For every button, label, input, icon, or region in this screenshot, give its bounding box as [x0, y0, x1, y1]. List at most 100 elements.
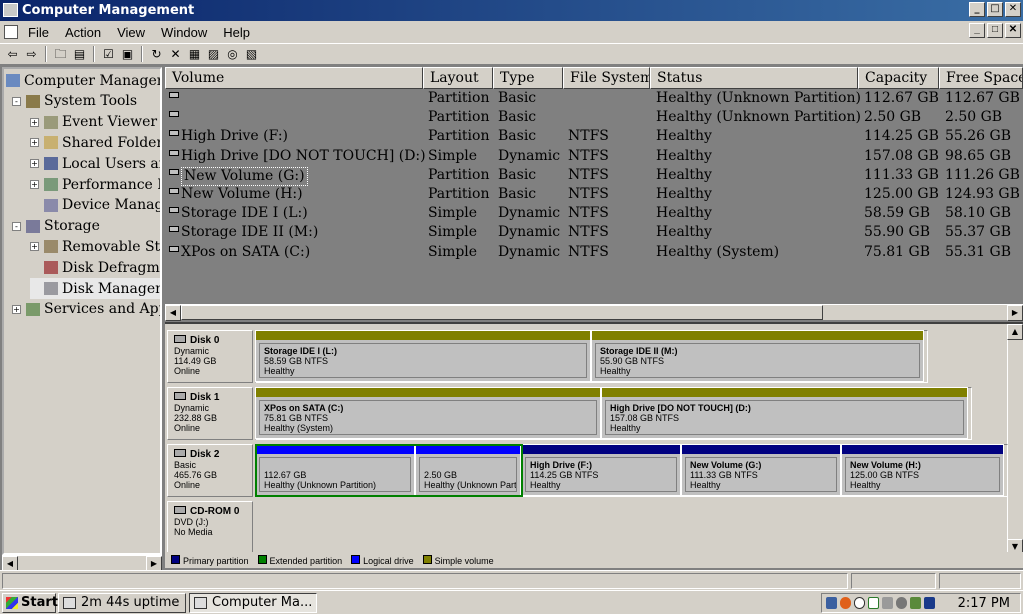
column-layout[interactable]: Layout [423, 67, 493, 89]
partition-block[interactable]: Storage IDE II (M:) 55.90 GB NTFS Healthy [591, 330, 924, 382]
disk-label[interactable]: Disk 1 Dynamic 232.88 GB Online [167, 387, 253, 440]
scroll-right-icon[interactable]: ▶ [1007, 305, 1023, 321]
close-button[interactable]: ✕ [1005, 2, 1021, 17]
partition-block[interactable]: 2.50 GB Healthy (Unknown Partit [415, 444, 521, 496]
expand-icon[interactable]: + [30, 180, 39, 189]
export-icon[interactable]: ▧ [243, 46, 260, 63]
menu-window[interactable]: Window [153, 25, 215, 40]
start-button[interactable]: Start [2, 593, 58, 613]
refresh-icon[interactable]: ↻ [148, 46, 165, 63]
volume-row[interactable]: XPos on SATA (C:) Simple Dynamic NTFS Health… [165, 243, 1023, 262]
volume-row[interactable]: New Volume (G:) Partition Basic NTFS Healthy… [165, 166, 1023, 186]
volume-row[interactable]: Partition Basic Healthy (Unknown Partition… [165, 108, 1023, 127]
system-tray: 2:17 PM [821, 593, 1021, 613]
volume-row[interactable]: Storage IDE I (L:) Simple Dynamic NTFS Healt… [165, 204, 1023, 223]
console-tree: Computer Management-System Tools+Event V… [2, 67, 162, 555]
column-capacity[interactable]: Capacity [858, 67, 939, 89]
help-icon[interactable]: ▣ [119, 46, 136, 63]
tree-item[interactable]: Computer Management [6, 70, 160, 91]
tree-horizontal-scrollbar[interactable]: ◀ ▶ [2, 555, 162, 572]
scroll-up-icon[interactable]: ▲ [1007, 324, 1023, 340]
tree-item[interactable]: - Storage [12, 216, 100, 237]
partition-block[interactable]: High Drive [DO NOT TOUCH] (D:) 157.08 GB … [601, 387, 968, 439]
tree-item[interactable]: - System Tools [12, 91, 137, 112]
minimize-button[interactable]: _ [969, 2, 985, 17]
task-computer-management[interactable]: Computer Ma... [189, 593, 317, 613]
tree-item[interactable]: + Shared Folders [30, 132, 160, 153]
show-hide-tree-icon[interactable]: ▤ [71, 46, 88, 63]
scroll-left-icon[interactable]: ◀ [165, 305, 181, 321]
partition-block[interactable]: Storage IDE I (L:) 58.59 GB NTFS Healthy [255, 330, 591, 382]
disk-map-vertical-scrollbar[interactable]: ▲ ▼ [1007, 324, 1023, 555]
menu-action[interactable]: Action [57, 25, 109, 40]
partition-block[interactable]: XPos on SATA (C:) 75.81 GB NTFS Healthy (S… [255, 387, 601, 439]
gear-icon[interactable] [910, 597, 921, 609]
partition-block[interactable]: New Volume (H:) 125.00 GB NTFS Healthy [841, 444, 1004, 496]
mdi-close-button[interactable]: ✕ [1005, 23, 1021, 38]
volume-row[interactable]: High Drive (F:) Partition Basic NTFS Healthy… [165, 127, 1023, 146]
clock-icon[interactable] [854, 597, 865, 609]
maximize-button[interactable]: □ [987, 2, 1003, 17]
document-icon[interactable] [4, 25, 18, 39]
shield-icon[interactable] [896, 597, 907, 609]
search-icon[interactable]: ◎ [224, 46, 241, 63]
network-icon[interactable] [826, 597, 837, 609]
cell-fs: NTFS [568, 185, 609, 202]
column-file-system[interactable]: File System [563, 67, 650, 89]
scroll-thumb[interactable] [181, 305, 823, 320]
menu-help[interactable]: Help [215, 25, 258, 40]
open-icon[interactable]: ▨ [205, 46, 222, 63]
tree-item[interactable]: + Performance Logs and Alerts [30, 174, 160, 195]
menu-file[interactable]: File [20, 25, 57, 40]
partition-title: High Drive (F:) [530, 460, 592, 470]
tree-item[interactable]: Disk Management [30, 278, 160, 299]
volume-row[interactable]: Partition Basic Healthy (Unknown Partition… [165, 89, 1023, 108]
partition-block[interactable]: New Volume (G:) 111.33 GB NTFS Healthy [681, 444, 841, 496]
column-free-space[interactable]: Free Space [939, 67, 1023, 89]
cell-free: 124.93 GB [945, 185, 1020, 202]
cell-type: Basic [498, 128, 537, 145]
volume-row[interactable]: New Volume (H:) Partition Basic NTFS Healthy… [165, 185, 1023, 204]
properties-icon[interactable]: ☑ [100, 46, 117, 63]
tree-item[interactable]: + Event Viewer [30, 112, 157, 133]
services-icon [26, 302, 40, 316]
forward-arrow-icon[interactable]: ⇨ [23, 46, 40, 63]
mdi-restore-button[interactable]: □ [987, 23, 1003, 38]
collapse-icon[interactable]: - [12, 221, 21, 231]
partition-block[interactable]: High Drive (F:) 114.25 GB NTFS Healthy [521, 444, 681, 496]
tree-item[interactable]: + Local Users and Groups [30, 153, 160, 174]
expand-icon[interactable]: + [30, 117, 39, 127]
expand-icon[interactable]: + [30, 159, 39, 169]
expand-icon[interactable]: + [30, 242, 39, 252]
mdi-minimize-button[interactable]: _ [969, 23, 985, 38]
disk-label[interactable]: CD-ROM 0 DVD (J:) No Media [167, 501, 253, 553]
tree-item[interactable]: + Removable Storage [30, 236, 160, 257]
partition-block[interactable]: 112.67 GB Healthy (Unknown Partition) [255, 444, 415, 496]
list-horizontal-scrollbar[interactable]: ◀ ▶ [165, 304, 1023, 321]
column-type[interactable]: Type [493, 67, 563, 89]
disk-label[interactable]: Disk 0 Dynamic 114.49 GB Online [167, 330, 253, 383]
disk-properties-icon[interactable]: ▦ [186, 46, 203, 63]
column-status[interactable]: Status [650, 67, 858, 89]
back-arrow-icon[interactable]: ⇦ [4, 46, 21, 63]
collapse-icon[interactable]: - [12, 96, 21, 106]
delete-icon[interactable]: ✕ [167, 46, 184, 63]
vg-icon[interactable] [868, 597, 879, 609]
expand-icon[interactable]: + [12, 304, 21, 314]
task-uptime[interactable]: 2m 44s uptime [58, 593, 186, 613]
disk-label[interactable]: Disk 2 Basic 465.76 GB Online [167, 444, 253, 497]
column-volume[interactable]: Volume [165, 67, 423, 89]
menu-view[interactable]: View [109, 25, 153, 40]
tool-icon[interactable] [882, 597, 893, 609]
cell-type: Basic [498, 185, 537, 202]
tree-item[interactable]: Device Manager [30, 195, 160, 216]
expand-icon[interactable]: + [30, 138, 39, 148]
tree-item[interactable]: Disk Defragmenter [30, 257, 160, 278]
legend-swatch [422, 554, 432, 564]
volume-row[interactable]: High Drive [DO NOT TOUCH] (D:) Simple Dyna… [165, 147, 1023, 166]
monitor-icon[interactable] [924, 597, 935, 609]
up-folder-icon[interactable]: 🗀 [52, 46, 69, 63]
firefox-icon[interactable] [840, 597, 851, 609]
tree-item[interactable]: + Services and Applications [12, 299, 160, 320]
volume-row[interactable]: Storage IDE II (M:) Simple Dynamic NTFS Heal… [165, 223, 1023, 242]
